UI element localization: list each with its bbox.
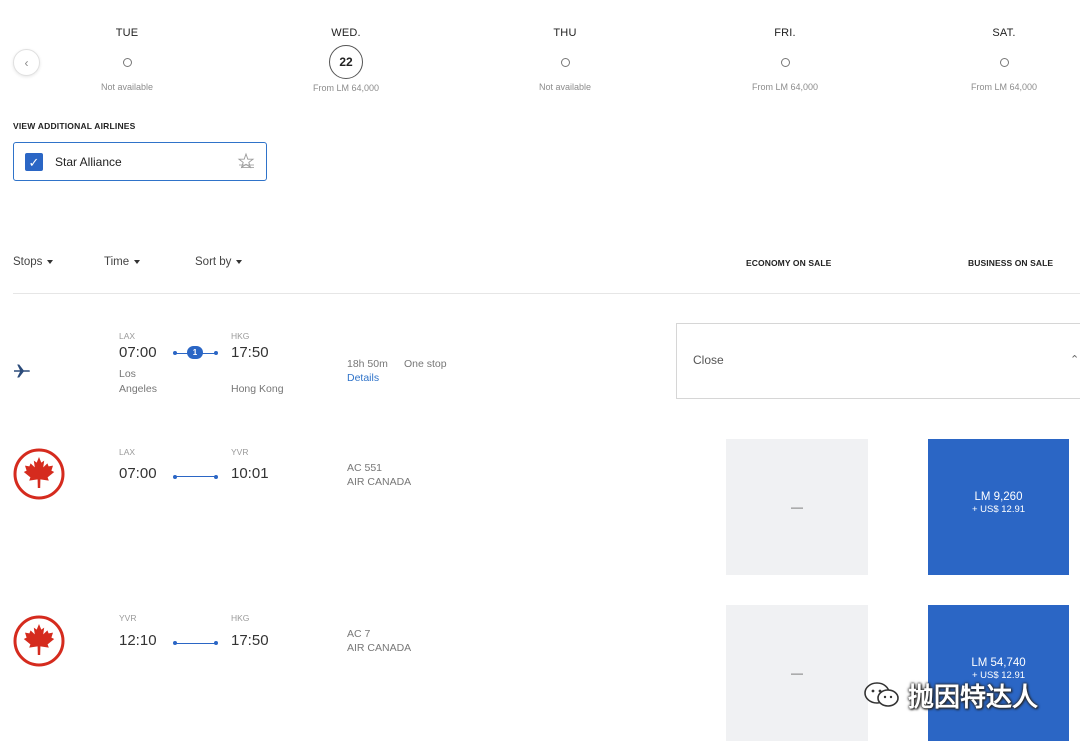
route-end-dot [214,474,218,479]
details-link[interactable]: Details [347,372,379,384]
time-filter-label: Time [104,256,130,268]
arrival-time: 10:01 [231,465,269,482]
business-price: LM 9,260 [974,491,1023,503]
day-name: FRI. [774,27,796,39]
business-fare-button[interactable]: LM 54,740 + US$ 12.91 [928,605,1069,741]
departure-time: 12:10 [119,632,157,649]
arrival-time: 17:50 [231,632,269,649]
wechat-icon [864,682,899,707]
business-column-header: BUSINESS ON SALE [968,258,1054,268]
watermark: 抛因特达人 [862,679,1039,712]
additional-airlines-heading: VIEW ADDITIONAL AIRLINES [13,121,136,131]
sort-by-label: Sort by [195,256,232,268]
origin-code: LAX [119,331,136,341]
stops-filter[interactable]: Stops [13,256,54,268]
chevron-left-icon: ‹ [24,55,29,70]
airline-name: AIR CANADA [347,642,412,654]
header-divider [13,293,1080,294]
close-label: Close [693,353,724,367]
origin-city-line2: Angeles [119,383,157,395]
economy-column-header: ECONOMY ON SALE [746,258,832,268]
date-fri[interactable]: FRI. From LM 64,000 [715,27,855,92]
route-end-dot [214,351,218,355]
star-alliance-logo-icon [237,152,255,169]
checkbox-checked-icon[interactable]: ✓ [25,153,43,171]
day-availability: From LM 64,000 [970,82,1038,92]
flight-segment-row: YVR 12:10 HKG 17:50 AC 7 AIR CANADA — LM… [0,601,1080,744]
destination-code: HKG [231,613,250,623]
origin-city-line1: Los [119,368,136,380]
alliance-label: Star Alliance [55,155,122,169]
business-fare-button[interactable]: LM 9,260 + US$ 12.91 [928,439,1069,575]
previous-dates-button[interactable]: ‹ [13,49,40,76]
day-radio[interactable] [780,58,790,67]
day-name: SAT. [992,27,1016,39]
date-tue[interactable]: TUE Not available [57,27,197,92]
caret-down-icon [47,259,54,264]
day-radio[interactable] [560,58,570,67]
route-line [175,476,216,477]
date-wed-selected[interactable]: WED. 22 From LM 64,000 [276,27,416,93]
date-thu[interactable]: THU Not available [495,27,635,92]
air-canada-logo-icon [13,448,65,500]
business-price: LM 54,740 [971,657,1026,669]
time-filter[interactable]: Time [104,256,141,268]
sort-by-dropdown[interactable]: Sort by [195,256,243,268]
flight-number: AC 551 [347,462,383,474]
air-canada-logo-icon [13,615,65,667]
caret-down-icon [134,259,141,264]
day-availability: From LM 64,000 [312,83,380,93]
economy-fare-cell: — [726,439,868,575]
day-radio[interactable] [999,58,1009,67]
watermark-text: 抛因特达人 [908,681,1039,712]
close-details-panel[interactable]: Close ⌃ [676,323,1080,399]
origin-code: YVR [119,613,137,623]
airplane-icon [14,364,30,378]
economy-fare-cell: — [726,605,868,741]
route-end-dot [214,641,218,645]
caret-down-icon [236,259,243,264]
departure-time: 07:00 [119,465,157,482]
route-line [175,642,216,644]
day-availability: From LM 64,000 [751,82,819,92]
day-name: TUE [115,27,139,39]
destination-city: Hong Kong [231,383,284,395]
flight-segment-row: LAX 07:00 YVR 10:01 AC 551 AIR CANADA — … [0,435,1080,580]
destination-code: YVR [231,447,249,457]
day-name: WED. [331,27,361,39]
stops-text: One stop [404,358,447,370]
flight-number: AC 7 [347,628,371,640]
selected-date-circle[interactable]: 22 [329,45,363,79]
trip-duration: 18h 50m [347,358,388,370]
economy-fare-unavailable: — [791,500,803,514]
stops-filter-label: Stops [13,256,43,268]
business-tax: + US$ 12.91 [971,504,1026,515]
origin-code: LAX [119,447,136,457]
date-sat[interactable]: SAT. From LM 64,000 [934,27,1074,92]
airline-name: AIR CANADA [347,476,412,488]
economy-fare-unavailable: — [791,666,803,680]
day-availability: Not available [538,82,592,92]
arrival-time: 17:50 [231,344,269,361]
star-alliance-option[interactable]: ✓ Star Alliance [13,142,267,181]
destination-code: HKG [231,331,250,341]
chevron-up-icon: ⌃ [1070,354,1080,366]
day-radio[interactable] [122,58,132,67]
departure-time: 07:00 [119,344,157,361]
day-name: THU [553,27,577,39]
stops-count-badge: 1 [187,346,203,359]
itinerary-summary-row[interactable]: LAX 07:00 Los Angeles 1 HKG 17:50 Hong K… [0,300,676,410]
day-availability: Not available [100,82,154,92]
